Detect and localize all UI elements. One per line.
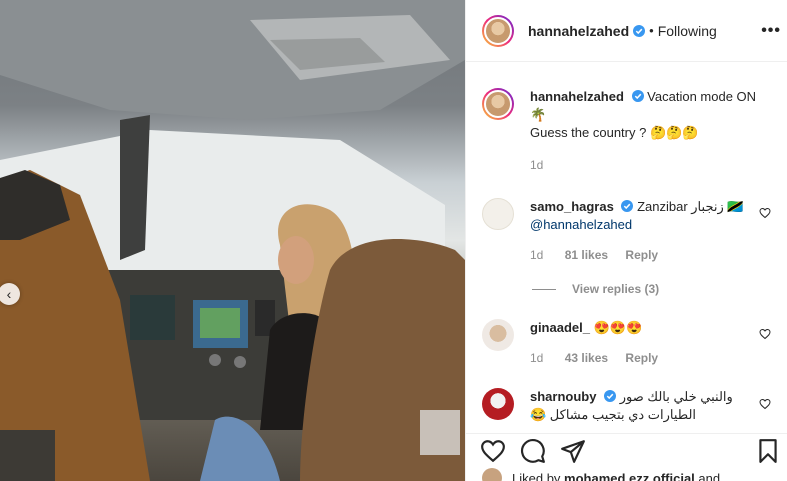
comment-meta: 1d 81 likes Reply xyxy=(530,246,773,264)
comment-text: sharnouby والنبي خلي بالك صور الطيارات د… xyxy=(530,388,773,424)
chevron-left-icon: ‹ xyxy=(6,286,12,302)
liked-by-prefix: Liked by xyxy=(512,470,561,481)
like-comment-heart-icon[interactable] xyxy=(759,207,771,219)
comment-text: samo_hagras Zanzibar زنجبار 🇹🇿 @hannahel… xyxy=(530,198,773,264)
author-username[interactable]: hannahelzahed xyxy=(528,23,629,39)
caption-line2: Guess the country ? 🤔🤔🤔 xyxy=(530,125,699,140)
comment-body-line2: الطيارات دي بتجيب مشاكل 😂 xyxy=(530,407,697,422)
more-options-icon[interactable]: ••• xyxy=(761,22,781,40)
post-actions-bar xyxy=(466,433,787,467)
comments-list: hannahelzahed Vacation mode ON 🌴 Guess t… xyxy=(466,62,787,433)
view-replies-button[interactable]: View replies (3) xyxy=(532,282,659,296)
caption-line1: Vacation mode ON xyxy=(647,89,757,104)
comment-username[interactable]: sharnouby xyxy=(530,389,596,404)
follow-status-button[interactable]: Following xyxy=(658,23,717,39)
comment-bubble-icon[interactable] xyxy=(520,438,546,464)
liked-by-suffix: and xyxy=(698,470,721,481)
comment-body: والنبي خلي بالك صور xyxy=(619,389,733,404)
replies-line xyxy=(532,288,556,290)
save-bookmark-icon[interactable] xyxy=(755,438,781,464)
comment-item: sharnouby والنبي خلي بالك صور الطيارات د… xyxy=(482,388,773,424)
verified-badge-icon xyxy=(633,24,646,37)
commenter-avatar[interactable] xyxy=(482,319,514,351)
verified-badge-icon xyxy=(621,200,634,212)
liker-avatar[interactable] xyxy=(482,468,502,481)
comment-username[interactable]: samo_hagras xyxy=(530,199,614,214)
author-avatar[interactable] xyxy=(482,14,514,47)
reply-button[interactable]: Reply xyxy=(625,351,658,365)
comment-likes[interactable]: 81 likes xyxy=(565,248,608,262)
reply-button[interactable]: Reply xyxy=(625,248,658,262)
instagram-post-view: ‹ hannahelzahed • Following ••• hannahel… xyxy=(0,0,787,481)
liked-by-user[interactable]: mohamed.ezz.official xyxy=(564,471,695,481)
post-header: hannahelzahed • Following ••• xyxy=(466,0,787,62)
comment-time: 1d xyxy=(530,351,544,365)
liked-by-row: Liked by mohamed.ezz.official and xyxy=(482,468,720,481)
like-comment-heart-icon[interactable] xyxy=(759,398,771,410)
share-send-icon[interactable] xyxy=(560,438,586,464)
comment-text: ginaadel_ 😍😍😍 1d 43 likes Reply xyxy=(530,319,773,367)
comment-body: 😍😍😍 xyxy=(593,320,643,335)
commenter-avatar[interactable] xyxy=(482,198,514,230)
comment-mention-link[interactable]: @hannahelzahed xyxy=(530,217,632,232)
caption-username[interactable]: hannahelzahed xyxy=(530,89,624,104)
comment-username[interactable]: ginaadel_ xyxy=(530,320,590,335)
comment-meta: 1d 43 likes Reply xyxy=(530,349,773,367)
caption-emoji: 🌴 xyxy=(530,107,547,122)
cockpit-photo-illustration xyxy=(0,0,465,481)
post-sidebar: hannahelzahed • Following ••• hannahelza… xyxy=(465,0,787,481)
caption-avatar[interactable] xyxy=(482,88,514,120)
comment-time: 1d xyxy=(530,248,544,262)
caption-time: 1d xyxy=(530,158,544,172)
comment-likes[interactable]: 43 likes xyxy=(565,351,608,365)
like-heart-icon[interactable] xyxy=(480,438,506,464)
post-photo[interactable]: ‹ xyxy=(0,0,465,481)
comment-item: ginaadel_ 😍😍😍 1d 43 likes Reply xyxy=(482,319,773,367)
view-replies-label: View replies (3) xyxy=(572,282,660,296)
like-comment-heart-icon[interactable] xyxy=(759,328,771,340)
verified-badge-icon xyxy=(604,390,617,402)
comment-item: samo_hagras Zanzibar زنجبار 🇹🇿 @hannahel… xyxy=(482,198,773,264)
post-caption: hannahelzahed Vacation mode ON 🌴 Guess t… xyxy=(482,88,773,174)
comment-body: Zanzibar زنجبار 🇹🇿 xyxy=(637,199,744,214)
verified-badge-icon xyxy=(631,90,644,102)
caption-text: hannahelzahed Vacation mode ON 🌴 Guess t… xyxy=(530,88,773,174)
commenter-avatar[interactable] xyxy=(482,388,514,420)
separator-dot: • xyxy=(649,23,654,38)
